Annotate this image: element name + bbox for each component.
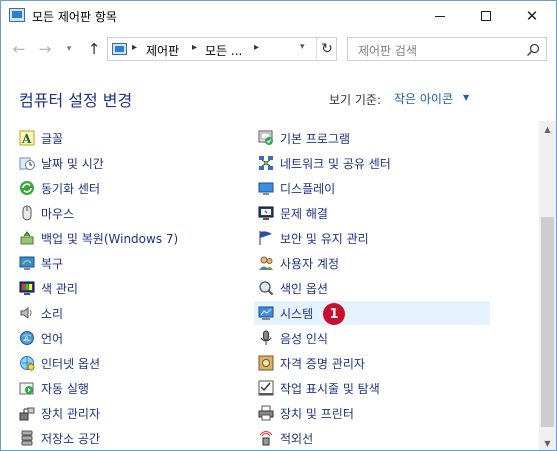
recovery-icon: [19, 256, 35, 270]
view-by-dropdown[interactable]: 작은 아이콘: [394, 90, 453, 107]
font-icon: A: [19, 130, 35, 146]
control-panel-icon: [112, 43, 127, 55]
breadcrumb-separator-icon[interactable]: ▸: [254, 42, 259, 53]
item-mouse[interactable]: 마우스: [19, 201, 74, 225]
window-title: 모든 제어판 항목: [32, 10, 117, 24]
item-fonts[interactable]: A 글꼴: [19, 126, 63, 150]
scroll-thumb[interactable]: [541, 217, 554, 427]
device-manager-icon: [19, 407, 35, 421]
item-autoplay[interactable]: 자동 실행: [19, 376, 89, 400]
scroll-up-button[interactable]: ▲: [539, 121, 556, 138]
item-storage-spaces[interactable]: 저장소 공간: [19, 426, 100, 450]
speaker-icon: [20, 307, 32, 319]
refresh-button[interactable]: ↻: [316, 38, 337, 60]
security-flag-icon: [259, 231, 272, 245]
item-speech-recognition[interactable]: 음성 인식: [258, 326, 328, 350]
user-accounts-icon: [259, 256, 273, 270]
item-security-maintenance[interactable]: 보안 및 유지 관리: [258, 226, 369, 250]
item-troubleshooting[interactable]: 문제 해결: [258, 201, 328, 225]
color-management-icon: [19, 281, 35, 295]
search-input[interactable]: 제어판 검색: [347, 37, 547, 61]
item-network-sharing[interactable]: 네트워크 및 공유 센터: [258, 151, 391, 175]
chevron-up-icon: ▲: [544, 125, 551, 134]
vertical-scrollbar[interactable]: ▲ ▼: [539, 121, 556, 450]
view-by-label: 보기 기준:: [329, 93, 382, 107]
mouse-icon: [22, 205, 32, 221]
sync-icon: [20, 181, 34, 195]
item-default-programs[interactable]: 기본 프로그램: [258, 126, 350, 150]
item-infrared[interactable]: 적외선: [258, 426, 313, 450]
control-panel-window: 모든 제어판 항목 ✕ ← → ▾ ↑ ▸ 제어판 ▸ 모든 ... ▸ ▾ ↻…: [0, 0, 557, 451]
breadcrumb-separator-icon[interactable]: ▸: [192, 42, 197, 53]
troubleshoot-icon: [258, 206, 274, 220]
item-devices-printers[interactable]: 장치 및 프린터: [258, 401, 354, 425]
item-display[interactable]: 디스플레이: [258, 176, 335, 200]
refresh-icon: ↻: [321, 41, 333, 57]
arrow-up-icon: ↑: [87, 40, 101, 58]
forward-button[interactable]: →: [35, 39, 55, 59]
item-credential-manager[interactable]: 자격 증명 관리자: [258, 351, 365, 375]
item-recovery[interactable]: 복구: [19, 251, 63, 275]
autoplay-icon: [19, 382, 34, 395]
taskbar-icon: [258, 380, 274, 396]
close-icon: ✕: [525, 6, 539, 25]
maximize-button[interactable]: [463, 1, 509, 31]
control-panel-items: A 글꼴 날짜 및 시간 동기화 센터 마우스 백업 및 복원(Windows …: [1, 121, 541, 450]
close-button[interactable]: ✕: [509, 1, 555, 31]
backup-icon: [20, 231, 34, 245]
scroll-down-button[interactable]: ▼: [539, 435, 556, 450]
item-taskbar-navigation[interactable]: 작업 표시줄 및 탐색: [258, 376, 380, 400]
svg-text:A: A: [21, 132, 32, 146]
clock-icon: [19, 157, 35, 170]
item-user-accounts[interactable]: 사용자 계정: [258, 251, 339, 275]
chevron-down-icon: ▼: [544, 439, 551, 448]
item-backup-restore[interactable]: 백업 및 복원(Windows 7): [19, 226, 178, 250]
svg-text:A: A: [24, 335, 29, 343]
item-system[interactable]: 시스템: [254, 301, 490, 325]
address-bar[interactable]: ▸ 제어판 ▸ 모든 ... ▸ ▾ ↻: [107, 37, 337, 61]
search-placeholder: 제어판 검색: [358, 44, 418, 58]
credential-icon: [258, 355, 274, 371]
search-icon[interactable]: [526, 43, 540, 57]
address-dropdown-icon[interactable]: ▾: [300, 42, 305, 52]
breadcrumb-separator-icon[interactable]: ▸: [132, 42, 137, 53]
default-programs-icon: [258, 130, 273, 145]
chevron-down-icon: ▾: [66, 44, 72, 54]
minimize-icon: [435, 15, 445, 17]
item-color-management[interactable]: 색 관리: [19, 276, 78, 300]
item-language[interactable]: A 언어: [19, 326, 63, 350]
arrow-right-icon: →: [38, 40, 52, 58]
title-bar: 모든 제어판 항목 ✕: [1, 1, 556, 31]
item-date-time[interactable]: 날짜 및 시간: [19, 151, 104, 175]
item-device-manager[interactable]: 장치 관리자: [19, 401, 100, 425]
breadcrumb-item-all-items[interactable]: 모든 ...: [205, 42, 242, 59]
breadcrumb-item-control-panel[interactable]: 제어판: [146, 42, 179, 59]
up-button[interactable]: ↑: [84, 39, 104, 59]
microphone-icon: [260, 330, 272, 345]
minimize-button[interactable]: [417, 1, 463, 31]
indexing-icon: [259, 281, 274, 296]
printer-icon: [258, 405, 274, 421]
item-indexing-options[interactable]: 색인 옵션: [258, 276, 328, 300]
item-internet-options[interactable]: 인터넷 옵션: [19, 351, 100, 375]
page-title: 컴퓨터 설정 변경: [19, 91, 133, 110]
language-icon: A: [20, 331, 34, 345]
internet-options-icon: [20, 356, 35, 371]
chevron-down-icon[interactable]: ▼: [463, 93, 469, 102]
network-icon: [259, 156, 273, 170]
annotation-badge: 1: [323, 303, 345, 325]
system-icon: [258, 306, 274, 320]
recent-locations-button[interactable]: ▾: [59, 39, 79, 59]
control-panel-icon: [9, 8, 25, 22]
storage-icon: [21, 430, 33, 446]
infrared-icon: [259, 431, 273, 446]
maximize-icon: [481, 11, 491, 21]
back-button[interactable]: ←: [9, 39, 29, 59]
arrow-left-icon: ←: [12, 40, 26, 58]
item-sync-center[interactable]: 동기화 센터: [19, 176, 100, 200]
navigation-bar: ← → ▾ ↑ ▸ 제어판 ▸ 모든 ... ▸ ▾ ↻ 제어판 검색: [1, 31, 556, 67]
display-icon: [258, 182, 274, 195]
item-sound[interactable]: 소리: [19, 301, 63, 325]
